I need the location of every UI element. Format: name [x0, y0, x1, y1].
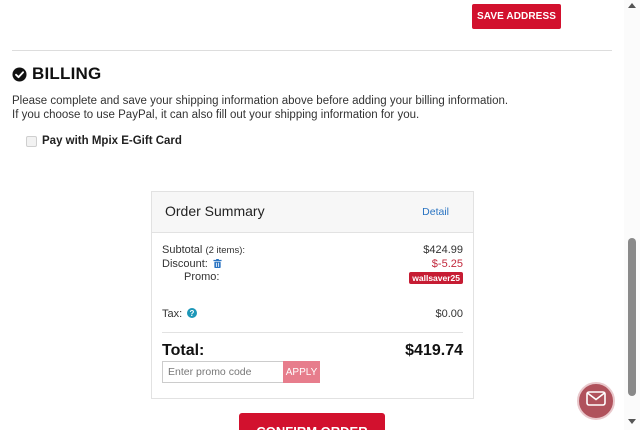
scrollbar-thumb[interactable]	[628, 238, 636, 396]
trash-icon[interactable]	[213, 259, 222, 268]
promo-code-badge: wallsaver25	[409, 272, 463, 284]
info-icon[interactable]: ?	[187, 308, 198, 318]
tax-label: Tax:	[162, 308, 183, 320]
discount-row: Discount: $-5.25	[162, 258, 463, 270]
total-label: Total:	[162, 342, 205, 359]
page-scrollbar[interactable]	[624, 0, 640, 430]
scroll-up-arrow-icon[interactable]	[628, 3, 636, 8]
apply-promo-button[interactable]: APPLY	[283, 361, 320, 383]
subtotal-label: Subtotal	[162, 244, 203, 256]
discount-value: $-5.25	[431, 258, 463, 270]
order-summary-panel: Order Summary Detail Subtotal (2 items):…	[151, 191, 474, 399]
billing-message-line2: If you choose to use PayPal, it can also…	[12, 109, 420, 121]
discount-label: Discount:	[162, 258, 208, 270]
order-summary-title: Order Summary	[165, 203, 265, 219]
summary-divider	[162, 332, 463, 333]
gift-card-checkbox[interactable]	[26, 136, 37, 147]
tax-value: $0.00	[435, 308, 463, 320]
subtotal-row: Subtotal (2 items): $424.99	[162, 244, 463, 256]
subtotal-item-count: (2 items):	[205, 245, 246, 256]
billing-header: BILLING	[12, 64, 101, 84]
save-address-button[interactable]: SAVE ADDRESS	[472, 4, 561, 29]
billing-message: Please complete and save your shipping i…	[12, 94, 612, 122]
tax-row: Tax: ? $0.00	[162, 308, 463, 320]
mail-icon	[586, 391, 606, 411]
total-value: $419.74	[405, 342, 463, 359]
promo-label: Promo:	[184, 271, 220, 283]
promo-row: Promo: wallsaver25	[162, 271, 463, 284]
order-summary-header: Order Summary Detail	[152, 192, 473, 233]
subtotal-value: $424.99	[423, 244, 463, 256]
billing-message-line1: Please complete and save your shipping i…	[12, 95, 509, 107]
check-circle-icon	[12, 66, 27, 82]
section-divider	[12, 50, 612, 51]
gift-card-label: Pay with Mpix E-Gift Card	[42, 134, 182, 147]
confirm-order-button[interactable]: CONFIRM ORDER	[239, 413, 385, 430]
gift-card-option[interactable]: Pay with Mpix E-Gift Card	[26, 134, 182, 147]
promo-code-input[interactable]	[162, 361, 283, 383]
billing-title: BILLING	[32, 64, 102, 83]
scroll-down-arrow-icon[interactable]	[628, 419, 636, 424]
svg-text:?: ?	[190, 309, 195, 318]
chat-button[interactable]	[577, 382, 615, 420]
total-row: Total: $419.74	[162, 342, 463, 360]
order-detail-link[interactable]: Detail	[422, 206, 449, 218]
